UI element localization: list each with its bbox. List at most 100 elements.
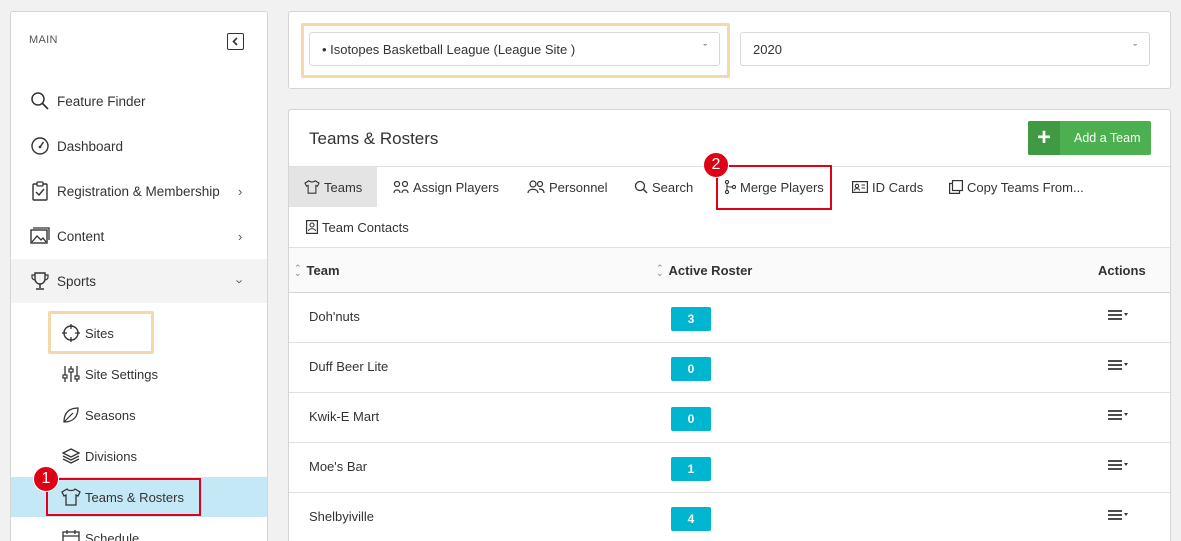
sidebar-subitem-site-settings[interactable]: Site Settings [11, 354, 267, 394]
shirt-icon [304, 180, 320, 194]
column-header-team[interactable]: ⌃ ⌄ Team [294, 263, 340, 278]
sidebar-subitem-label: Site Settings [85, 366, 158, 382]
sidebar-subitem-label: Divisions [85, 448, 138, 464]
id-card-icon [852, 181, 868, 193]
sidebar: MAIN Feature Finder Dashboard Registrati… [10, 11, 268, 541]
table-row: Duff Beer Lite 0 [289, 343, 1170, 393]
plus-icon: + [1028, 121, 1060, 155]
sort-icon: ⌃ ⌄ [294, 262, 302, 278]
table-row: Doh'nuts 3 [289, 293, 1170, 343]
sidebar-header: MAIN [29, 34, 58, 46]
step-badge-1: 1 [33, 466, 59, 492]
roster-count-badge[interactable]: 0 [671, 357, 711, 381]
tab-personnel[interactable]: Personnel [527, 167, 608, 207]
chevron-left-icon [232, 37, 238, 46]
chevron-down-icon: ˇ [703, 43, 707, 55]
chevron-down-icon: › [232, 278, 248, 284]
roster-count-badge[interactable]: 0 [671, 407, 711, 431]
tab-teams[interactable]: Teams [289, 167, 377, 207]
search-icon [29, 90, 51, 112]
tab-label: Teams [324, 179, 363, 195]
team-name[interactable]: Kwik-E Mart [309, 409, 379, 424]
tab-team-contacts[interactable]: Team Contacts [306, 207, 409, 247]
search-icon [634, 180, 648, 194]
sites-highlight-box [48, 311, 154, 354]
sort-icon: ⌃ ⌄ [656, 262, 664, 278]
sidebar-subitem-schedule[interactable]: Schedule [11, 518, 267, 541]
actions-menu-icon[interactable] [1107, 509, 1131, 521]
sidebar-item-label: Content [57, 228, 105, 244]
merge-players-highlight-box [716, 165, 832, 210]
team-name[interactable]: Duff Beer Lite [309, 359, 388, 374]
filter-panel: • Isotopes Basketball League (League Sit… [288, 11, 1171, 89]
table-row: Kwik-E Mart 0 [289, 393, 1170, 443]
tab-label: Copy Teams From... [967, 179, 1084, 195]
sidebar-subitem-seasons[interactable]: Seasons [11, 395, 267, 435]
tab-label: Team Contacts [322, 219, 409, 235]
tab-assign-players[interactable]: Assign Players [393, 167, 499, 207]
trophy-icon [29, 270, 51, 292]
sidebar-item-label: Feature Finder [57, 93, 146, 109]
sidebar-subitem-label: Seasons [85, 407, 136, 423]
step-badge-2: 2 [703, 152, 729, 178]
clipboard-icon [29, 180, 51, 202]
sidebar-item-label: Registration & Membership [57, 183, 220, 199]
column-header-label: Team [306, 263, 340, 278]
sidebar-item-feature-finder[interactable]: Feature Finder [11, 79, 267, 123]
team-name[interactable]: Moe's Bar [309, 459, 367, 474]
site-select-value: • Isotopes Basketball League (League Sit… [322, 41, 576, 57]
sliders-icon [60, 363, 82, 385]
table-row: Shelbyiville 4 [289, 493, 1170, 541]
roster-count-badge[interactable]: 4 [671, 507, 711, 531]
tab-label: Assign Players [413, 179, 499, 195]
tab-copy-teams[interactable]: Copy Teams From... [949, 167, 1084, 207]
chevron-down-icon: ˇ [1133, 43, 1137, 55]
sidebar-item-dashboard[interactable]: Dashboard [11, 124, 267, 168]
tab-search[interactable]: Search [634, 167, 693, 207]
calendar-icon [60, 527, 82, 541]
sidebar-item-label: Dashboard [57, 138, 124, 154]
add-team-button[interactable]: + Add a Team [1028, 121, 1151, 155]
layers-icon [60, 445, 82, 467]
speedometer-icon [29, 135, 51, 157]
site-select[interactable]: • Isotopes Basketball League (League Sit… [309, 32, 720, 66]
leaf-icon [60, 404, 82, 426]
actions-menu-icon[interactable] [1107, 359, 1131, 371]
contact-icon [306, 220, 318, 234]
sidebar-item-sports[interactable]: Sports › [11, 259, 267, 303]
page-title: Teams & Rosters [309, 129, 439, 148]
chevron-right-icon: › [238, 228, 243, 244]
people-icon [527, 180, 545, 194]
tab-label: Search [652, 179, 694, 195]
copy-icon [949, 180, 963, 194]
add-team-label: Add a Team [1074, 131, 1141, 145]
image-icon [29, 225, 51, 247]
column-header-label: Active Roster [668, 263, 753, 278]
teams-rosters-panel: Teams & Rosters + Add a Team Teams Assig… [288, 109, 1171, 541]
column-header-actions: Actions [1098, 263, 1146, 278]
link-icon [393, 180, 409, 194]
actions-menu-icon[interactable] [1107, 459, 1131, 471]
team-name[interactable]: Shelbyiville [309, 509, 374, 524]
actions-menu-icon[interactable] [1107, 409, 1131, 421]
sidebar-item-registration[interactable]: Registration & Membership › [11, 169, 267, 213]
tab-label: ID Cards [872, 179, 924, 195]
year-select[interactable]: 2020 ˇ [740, 32, 1150, 66]
year-select-value: 2020 [753, 41, 782, 57]
sidebar-item-label: Sports [57, 273, 97, 289]
sidebar-item-content[interactable]: Content › [11, 214, 267, 258]
sidebar-subitem-label: Schedule [85, 530, 140, 541]
collapse-sidebar-button[interactable] [227, 33, 244, 50]
table-row: Moe's Bar 1 [289, 443, 1170, 493]
teams-rosters-highlight-box [46, 478, 201, 516]
actions-menu-icon[interactable] [1107, 309, 1131, 321]
team-name[interactable]: Doh'nuts [309, 309, 360, 324]
tab-label: Personnel [549, 179, 608, 195]
tab-id-cards[interactable]: ID Cards [852, 167, 923, 207]
column-header-label: Actions [1098, 263, 1146, 278]
column-header-active-roster[interactable]: ⌃ ⌄ Active Roster [656, 263, 752, 278]
chevron-right-icon: › [238, 183, 243, 199]
roster-count-badge[interactable]: 1 [671, 457, 711, 481]
table-header: ⌃ ⌄ Team ⌃ ⌄ Active Roster Actions [289, 247, 1170, 293]
roster-count-badge[interactable]: 3 [671, 307, 711, 331]
